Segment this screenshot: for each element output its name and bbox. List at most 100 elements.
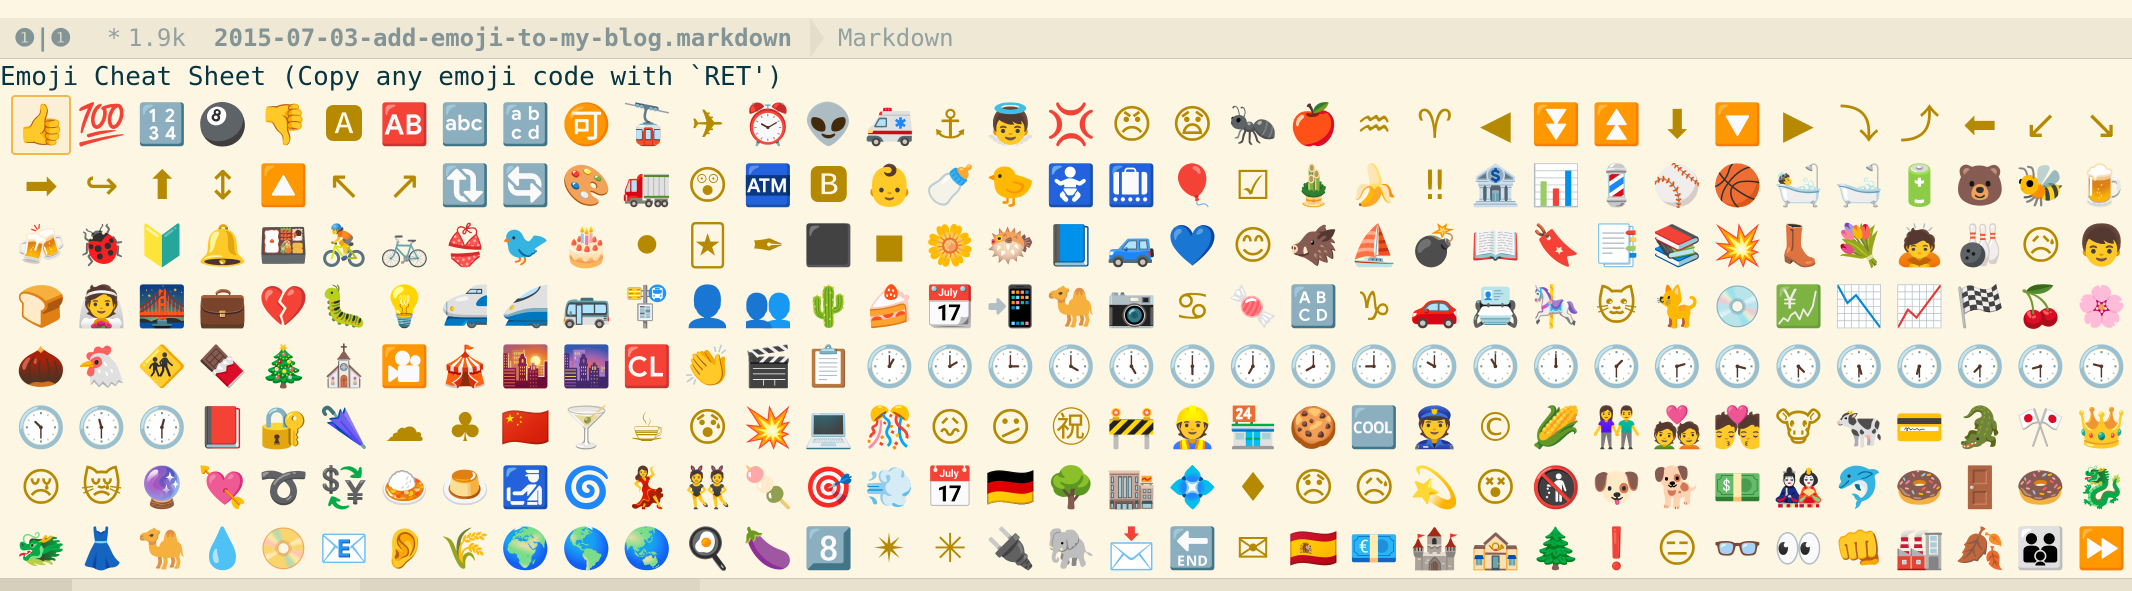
emoji-cell[interactable]: 📧 [314,519,374,579]
emoji-cell[interactable]: 🚲 [375,216,435,276]
emoji-cell[interactable]: 💨 [859,458,919,518]
emoji-cell[interactable]: 👯 [678,458,738,518]
emoji-cell[interactable]: 💻 [799,398,859,458]
emoji-cell[interactable]: 🎂 [556,216,616,276]
emoji-cell[interactable]: 👊 [1829,519,1889,579]
emoji-cell[interactable]: 🐘 [1041,519,1101,579]
emoji-cell[interactable]: 🍬 [1223,277,1283,337]
emoji-cell[interactable]: 🍪 [1284,398,1344,458]
emoji-cell[interactable]: 🐪 [1041,277,1101,337]
emoji-cell[interactable]: ⬇ [1647,95,1707,155]
emoji-cell[interactable]: 🍞 [11,277,71,337]
emoji-cell[interactable]: ⬛ [799,216,859,276]
emoji-cell[interactable]: 📲 [981,277,1041,337]
emoji-cell[interactable]: ♒ [1344,95,1404,155]
emoji-cell[interactable]: 🍂 [1950,519,2010,579]
emoji-cell[interactable]: ㊗ [1041,398,1101,458]
emoji-cell[interactable]: ↙ [2011,95,2071,155]
emoji-cell[interactable]: ↗ [375,156,435,216]
emoji-cell[interactable]: 🛄 [1102,156,1162,216]
emoji-cell[interactable]: ↘ [2071,95,2131,155]
emoji-cell[interactable]: ⏰ [738,95,798,155]
emoji-cell[interactable]: 😿 [72,458,132,518]
emoji-cell[interactable]: 🕦 [72,398,132,458]
emoji-cell[interactable]: ↕ [193,156,253,216]
emoji-cell[interactable]: 💿 [1708,277,1768,337]
emoji-cell[interactable]: 🌉 [132,277,192,337]
emoji-cell[interactable]: ✒ [738,216,798,276]
emoji-cell[interactable]: 🍡 [738,458,798,518]
emoji-cell[interactable]: 🕢 [1950,337,2010,397]
emoji-cell[interactable]: 👦 [2071,216,2131,276]
emoji-cell[interactable]: 🚙 [1102,216,1162,276]
emoji-cell[interactable]: 🕐 [859,337,919,397]
emoji-cell[interactable]: 💫 [1405,458,1465,518]
emoji-cell[interactable]: 😥 [2011,216,2071,276]
emoji-cell[interactable]: 📇 [1465,277,1525,337]
emoji-cell[interactable]: 🚧 [1102,398,1162,458]
emoji-cell[interactable]: 🎠 [1526,277,1586,337]
emoji-cell[interactable]: 💧 [193,519,253,579]
emoji-cell[interactable]: 🍮 [435,458,495,518]
emoji-cell[interactable]: 📷 [1102,277,1162,337]
emoji-cell[interactable]: 🅱 [799,156,859,216]
emoji-cell[interactable]: 🎎 [1768,458,1828,518]
emoji-cell[interactable]: 🇩🇪 [981,458,1041,518]
emoji-cell[interactable]: 📉 [1829,277,1889,337]
emoji-cell[interactable]: ✳ [920,519,980,579]
emoji-cell[interactable]: ⬅ [1950,95,2010,155]
emoji-cell[interactable]: 🏦 [1465,156,1525,216]
emoji-cell[interactable]: ▶ [1768,95,1828,155]
emoji-cell[interactable]: 🚌 [556,277,616,337]
emoji-cell[interactable]: 🐱 [1587,277,1647,337]
emoji-cell[interactable]: 🐬 [1829,458,1889,518]
emoji-cell[interactable]: 🐕 [1647,458,1707,518]
emoji-cell[interactable]: 👤 [678,277,738,337]
emoji-cell[interactable]: 👰 [72,277,132,337]
emoji-cell[interactable]: 👶 [859,156,919,216]
emoji-cell[interactable]: 🌲 [1526,519,1586,579]
emoji-cell[interactable]: 🐈 [1647,277,1707,337]
emoji-cell[interactable]: 🔢 [132,95,192,155]
emoji-cell[interactable]: 🎌 [2011,398,2071,458]
emoji-cell[interactable]: 👙 [435,216,495,276]
emoji-cell[interactable]: 🕡 [1890,337,1950,397]
emoji-cell[interactable]: 💹 [1768,277,1828,337]
emoji-cell[interactable]: 👪 [2011,519,2071,579]
emoji-cell[interactable]: 💣 [1405,216,1465,276]
emoji-cell[interactable]: 💥 [738,398,798,458]
emoji-cell[interactable]: 🍫 [193,337,253,397]
emoji-cell[interactable]: 🔃 [435,156,495,216]
emoji-cell[interactable]: 💳 [1890,398,1950,458]
emoji-cell[interactable]: 🔡 [496,95,556,155]
emoji-cell[interactable]: 🔼 [253,156,313,216]
emoji-cell[interactable]: 🍺 [2071,156,2131,216]
emoji-cell[interactable]: 👀 [1768,519,1828,579]
emoji-cell[interactable]: ♈ [1405,95,1465,155]
emoji-cell[interactable]: 🐛 [314,277,374,337]
major-mode[interactable]: Markdown [838,24,954,52]
emoji-cell[interactable]: 🕔 [1102,337,1162,397]
emoji-cell[interactable]: 🏀 [1708,156,1768,216]
emoji-cell[interactable]: 🚸 [132,337,192,397]
emoji-cell[interactable]: ↪ [72,156,132,216]
emoji-cell[interactable]: ⤵ [1829,95,1889,155]
emoji-cell[interactable]: 😥 [1344,458,1404,518]
emoji-cell[interactable]: 🍸 [556,398,616,458]
emoji-cell[interactable]: 🍒 [2011,277,2071,337]
emoji-cell[interactable]: 🍱 [253,216,313,276]
emoji-cell[interactable]: 📖 [1465,216,1525,276]
emoji-cell[interactable]: 🔄 [496,156,556,216]
emoji-cell[interactable]: 🍩 [2011,458,2071,518]
emoji-cell[interactable]: 👼 [981,95,1041,155]
emoji-cell[interactable]: ✈ [678,95,738,155]
emoji-cell[interactable]: 🌏 [617,519,677,579]
emoji-cell[interactable]: 🚯 [1526,458,1586,518]
emoji-cell[interactable]: 🕥 [11,398,71,458]
emoji-cell[interactable]: 🐶 [1587,458,1647,518]
emoji-cell[interactable]: 🐝 [2011,156,2071,216]
emoji-cell[interactable]: 🍆 [738,519,798,579]
emoji-cell[interactable]: 🛀 [1768,156,1828,216]
emoji-cell[interactable]: 🐗 [1284,216,1344,276]
emoji-cell[interactable]: 💠 [1162,458,1222,518]
